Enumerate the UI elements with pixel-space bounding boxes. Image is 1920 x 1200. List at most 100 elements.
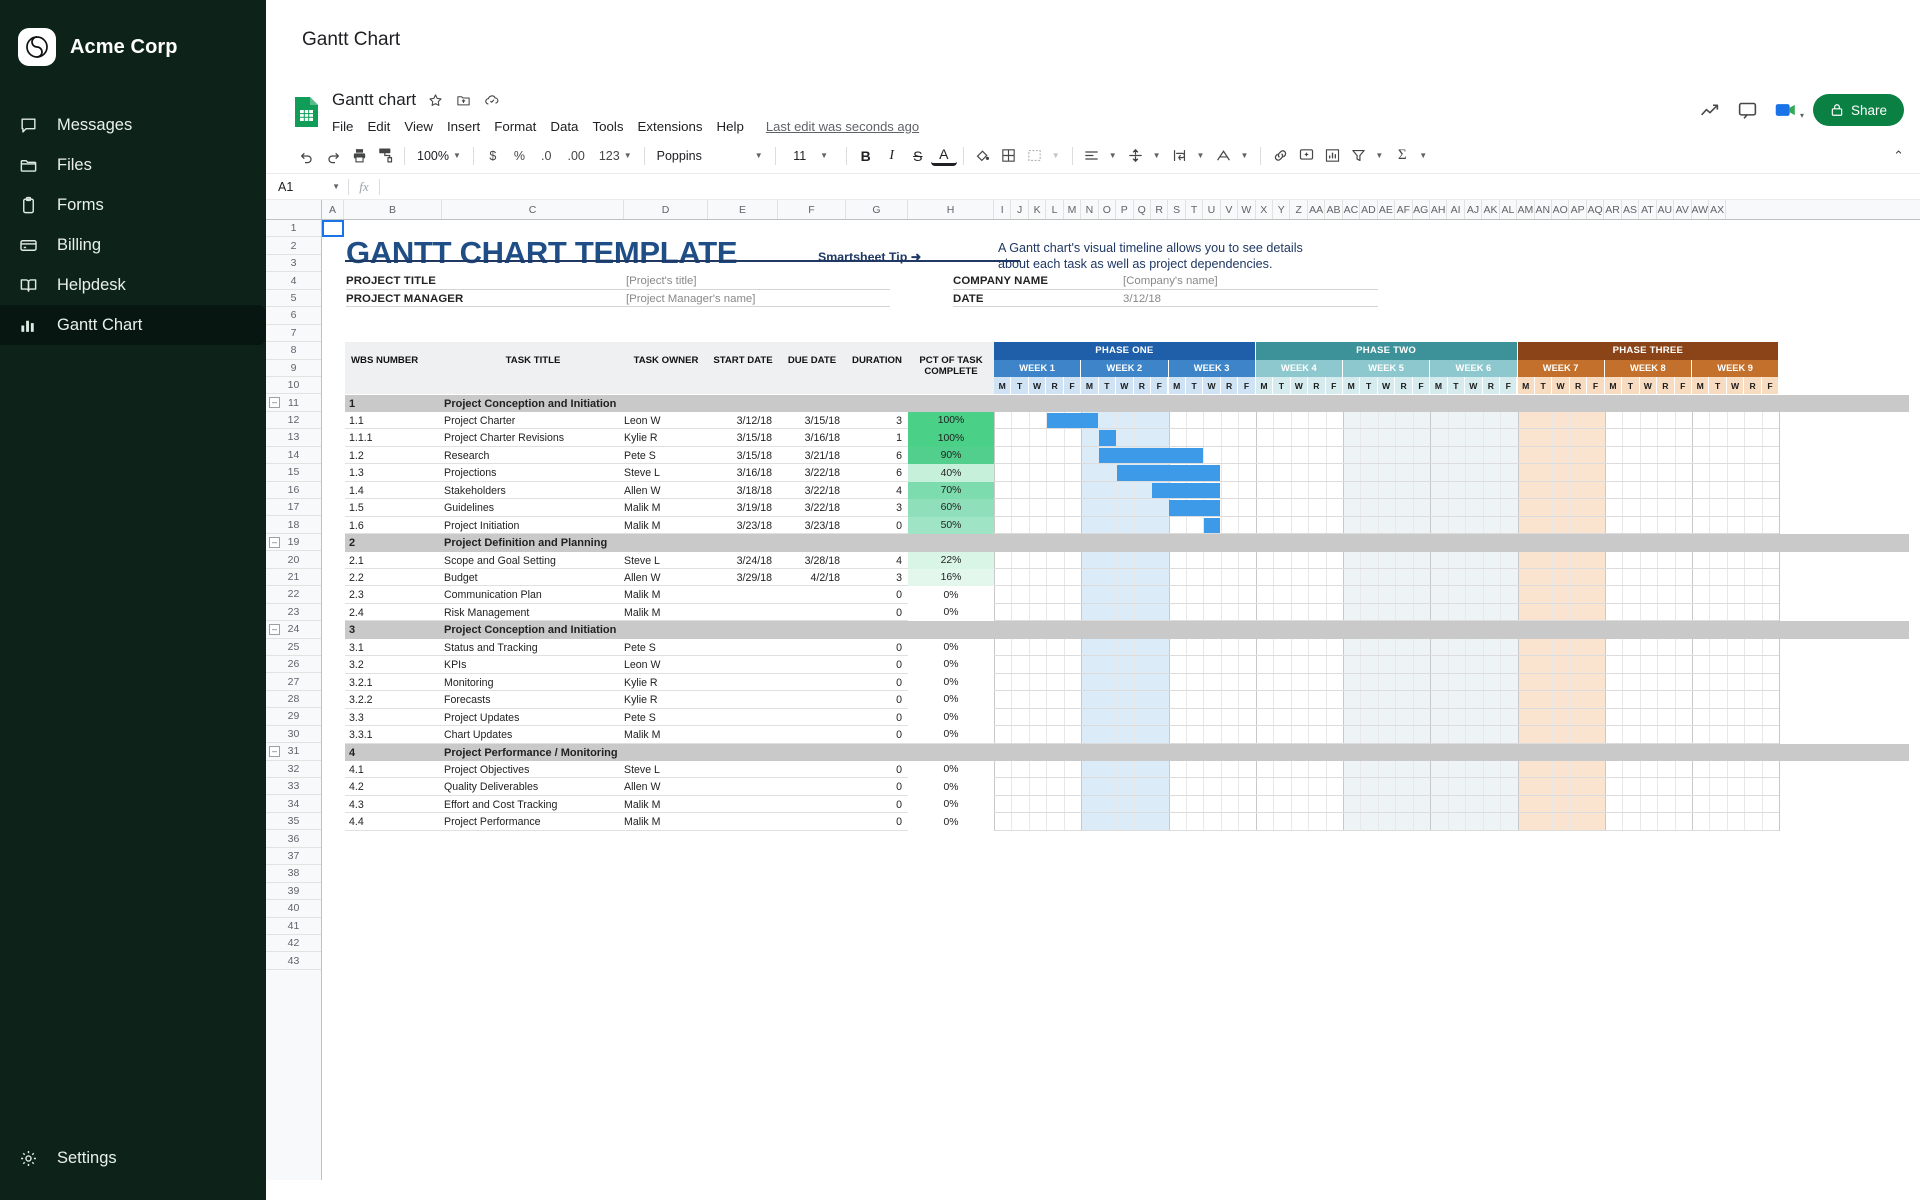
sheet-grid[interactable]: A B C D E F G H I J K L M N O P Q R S T U V W X Y Z AA AB AC AD AE AF AG… — [266, 200, 1920, 1200]
group-collapse-toggle[interactable]: – — [269, 536, 280, 548]
column-header-Y[interactable]: Y — [1273, 200, 1291, 219]
column-header-AR[interactable]: AR — [1604, 200, 1622, 219]
column-header-W[interactable]: W — [1238, 200, 1256, 219]
column-header-U[interactable]: U — [1203, 200, 1221, 219]
row-header-37[interactable]: 37 — [266, 847, 321, 866]
column-header-C[interactable]: C — [442, 200, 624, 219]
column-header-G[interactable]: G — [846, 200, 908, 219]
column-header-V[interactable]: V — [1220, 200, 1239, 219]
column-header-AC[interactable]: AC — [1342, 200, 1361, 219]
column-header-D[interactable]: D — [624, 200, 708, 219]
row-header-8[interactable]: 8 — [266, 342, 321, 360]
menu-help[interactable]: Help — [717, 119, 744, 134]
column-header-AU[interactable]: AU — [1656, 200, 1675, 219]
filter-icon[interactable] — [1345, 143, 1371, 169]
field-value-company-name[interactable]: [Company's name] — [1123, 275, 1218, 287]
redo-icon[interactable] — [320, 143, 346, 169]
sidebar-item-helpdesk[interactable]: Helpdesk — [0, 265, 266, 305]
menu-insert[interactable]: Insert — [447, 119, 480, 134]
column-header-AN[interactable]: AN — [1534, 200, 1552, 219]
field-value-project-title[interactable]: [Project's title] — [626, 275, 697, 287]
gantt-bar-1.2[interactable] — [1099, 447, 1203, 464]
row-header-32[interactable]: 32 — [266, 760, 321, 778]
column-header-F[interactable]: F — [778, 200, 846, 219]
chevron-down-icon[interactable]: ▼ — [1197, 151, 1205, 160]
move-to-folder-icon[interactable] — [455, 92, 472, 109]
group-collapse-toggle[interactable]: – — [269, 745, 280, 757]
row-header-7[interactable]: 7 — [266, 324, 321, 343]
row-header-33[interactable]: 33 — [266, 778, 321, 796]
column-header-P[interactable]: P — [1116, 200, 1134, 219]
column-header-AW[interactable]: AW — [1691, 200, 1709, 219]
chevron-down-icon[interactable]: ▼ — [1153, 151, 1161, 160]
increase-decimal-button[interactable]: .00 — [559, 143, 592, 169]
italic-button[interactable]: I — [879, 143, 905, 169]
row-header-34[interactable]: 34 — [266, 795, 321, 813]
functions-icon[interactable]: Σ — [1389, 143, 1415, 169]
font-family-selector[interactable]: Poppins ▼ — [651, 143, 769, 169]
horizontal-align-icon[interactable] — [1079, 143, 1105, 169]
row-header-20[interactable]: 20 — [266, 551, 321, 569]
row-header-11[interactable]: –11 — [266, 394, 321, 412]
sidebar-item-files[interactable]: Files — [0, 145, 266, 185]
column-header-H[interactable]: H — [908, 200, 994, 219]
row-header-26[interactable]: 26 — [266, 655, 321, 674]
row-header-38[interactable]: 38 — [266, 865, 321, 883]
column-header-A[interactable]: A — [322, 200, 344, 219]
chevron-down-icon[interactable]: ▼ — [1109, 151, 1117, 160]
column-header-I[interactable]: I — [994, 200, 1012, 219]
column-header-AJ[interactable]: AJ — [1464, 200, 1483, 219]
row-header-10[interactable]: 10 — [266, 376, 321, 395]
column-header-AS[interactable]: AS — [1621, 200, 1640, 219]
trending-up-icon[interactable] — [1699, 99, 1721, 121]
row-header-19[interactable]: –19 — [266, 533, 321, 552]
column-header-S[interactable]: S — [1168, 200, 1186, 219]
column-header-AO[interactable]: AO — [1552, 200, 1570, 219]
column-header-AE[interactable]: AE — [1377, 200, 1396, 219]
star-icon[interactable] — [427, 92, 444, 109]
row-header-35[interactable]: 35 — [266, 812, 321, 831]
percent-button[interactable]: % — [506, 143, 533, 169]
row-header-12[interactable]: 12 — [266, 411, 321, 430]
column-header-AQ[interactable]: AQ — [1586, 200, 1605, 219]
text-color-button[interactable]: A — [930, 146, 957, 166]
vertical-align-icon[interactable] — [1123, 143, 1149, 169]
column-header-AI[interactable]: AI — [1447, 200, 1465, 219]
strikethrough-button[interactable]: S — [905, 143, 931, 169]
column-header-X[interactable]: X — [1255, 200, 1273, 219]
name-box[interactable]: A1 ▼ — [266, 174, 348, 200]
gantt-bar-1.1[interactable] — [1046, 412, 1099, 429]
row-header-15[interactable]: 15 — [266, 464, 321, 482]
row-header-21[interactable]: 21 — [266, 568, 321, 587]
menu-edit[interactable]: Edit — [367, 119, 390, 134]
share-button[interactable]: Share — [1812, 94, 1904, 126]
last-edit-status[interactable]: Last edit was seconds ago — [766, 119, 919, 134]
row-header-25[interactable]: 25 — [266, 638, 321, 656]
column-header-M[interactable]: M — [1063, 200, 1082, 219]
row-header-23[interactable]: 23 — [266, 603, 321, 622]
row-header-18[interactable]: 18 — [266, 516, 321, 534]
bold-button[interactable]: B — [853, 143, 879, 169]
menu-tools[interactable]: Tools — [592, 119, 623, 134]
gantt-bar-1.6[interactable] — [1203, 517, 1221, 534]
row-header-9[interactable]: 9 — [266, 359, 321, 377]
row-header-1[interactable]: 1 — [266, 220, 321, 238]
menu-data[interactable]: Data — [550, 119, 578, 134]
select-all-corner[interactable] — [266, 200, 322, 219]
field-value-date[interactable]: 3/12/18 — [1123, 293, 1161, 305]
column-header-AH[interactable]: AH — [1429, 200, 1448, 219]
insert-link-icon[interactable] — [1267, 143, 1293, 169]
row-header-22[interactable]: 22 — [266, 586, 321, 604]
currency-button[interactable]: $ — [480, 143, 506, 169]
sidebar-item-settings[interactable]: Settings — [0, 1138, 266, 1178]
insert-chart-icon[interactable] — [1319, 143, 1345, 169]
font-size-selector[interactable]: 11 ▼ — [782, 143, 840, 169]
print-icon[interactable] — [346, 143, 372, 169]
row-header-17[interactable]: 17 — [266, 499, 321, 517]
row-header-30[interactable]: 30 — [266, 725, 321, 744]
row-header-4[interactable]: 4 — [266, 272, 321, 290]
field-value-project-manager[interactable]: [Project Manager's name] — [626, 293, 755, 305]
menu-format[interactable]: Format — [494, 119, 536, 134]
column-header-N[interactable]: N — [1081, 200, 1099, 219]
column-header-R[interactable]: R — [1150, 200, 1169, 219]
